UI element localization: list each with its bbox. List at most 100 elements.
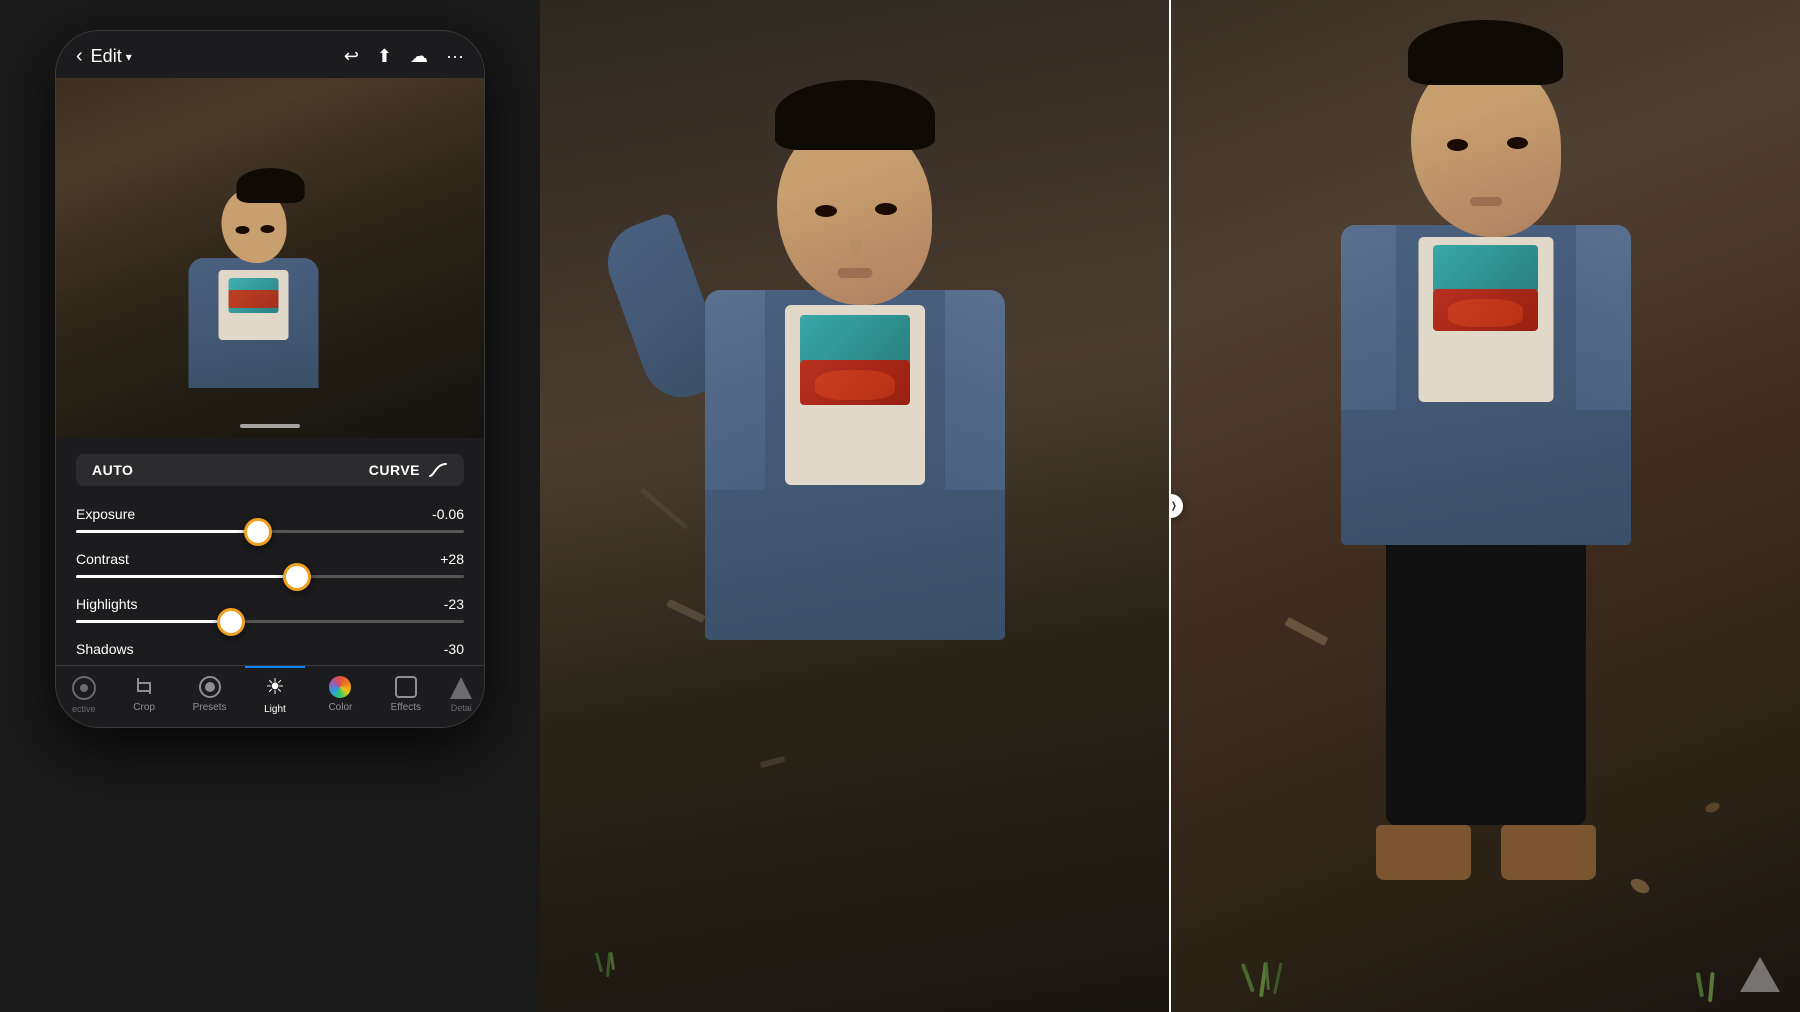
header-left: ‹ Edit ▾ <box>76 45 132 68</box>
after-hair <box>1408 20 1563 85</box>
effects-label: Effects <box>391 702 421 713</box>
boot-right <box>1501 825 1596 880</box>
after-person <box>1341 0 1631 885</box>
after-logo-animal <box>1448 299 1523 327</box>
contrast-fill <box>76 575 297 578</box>
shadows-value: -30 <box>444 641 464 657</box>
edit-title: Edit ▾ <box>91 46 132 67</box>
presets-inner <box>205 682 215 692</box>
contrast-value: +28 <box>440 551 464 567</box>
presets-icon <box>199 676 221 698</box>
before-jacket <box>705 290 1005 640</box>
phone-header: ‹ Edit ▾ ↩ ⬆ ☁ ··· <box>56 31 484 78</box>
contrast-track[interactable] <box>76 575 464 578</box>
selective-icon <box>72 676 96 700</box>
highlights-slider-row: Highlights -23 <box>76 596 464 623</box>
after-lips <box>1470 197 1502 206</box>
highlights-value: -23 <box>444 596 464 612</box>
highlights-fill <box>76 620 231 623</box>
right-panel <box>540 0 1800 1012</box>
before-logo-animal <box>815 370 895 400</box>
undo-icon[interactable]: ↩ <box>344 46 359 67</box>
before-lapel-r <box>945 290 1005 490</box>
eye-left <box>236 226 250 234</box>
crop-icon <box>133 676 155 698</box>
after-shirt <box>1418 237 1553 402</box>
highlights-thumb[interactable] <box>217 608 245 636</box>
selective-label: ective <box>72 704 96 714</box>
before-eye-r <box>875 203 897 215</box>
exposure-track[interactable] <box>76 530 464 533</box>
presets-label: Presets <box>193 702 227 713</box>
curve-label: CURVE <box>369 462 420 478</box>
auto-curve-bar: AUTO CURVE <box>76 454 464 486</box>
contrast-label: Contrast <box>76 551 129 567</box>
crop-label: Crop <box>133 702 155 713</box>
after-lapel-r <box>1576 225 1631 410</box>
shirt-logo-2 <box>229 290 279 308</box>
before-nose <box>849 240 861 258</box>
after-panel <box>1169 0 1800 1012</box>
back-button[interactable]: ‹ <box>76 45 83 68</box>
person-shirt <box>219 270 289 340</box>
nav-item-effects[interactable]: Effects <box>376 676 436 713</box>
nav-item-color[interactable]: Color <box>310 676 370 713</box>
before-lapel-l <box>705 290 765 490</box>
phone-frame: ‹ Edit ▾ ↩ ⬆ ☁ ··· <box>55 30 485 728</box>
highlights-label-row: Highlights -23 <box>76 596 464 612</box>
exposure-label-row: Exposure -0.06 <box>76 506 464 522</box>
detail-triangle <box>450 677 472 699</box>
nav-item-selective[interactable]: ective <box>59 676 109 714</box>
photo-person <box>222 168 319 388</box>
after-eye-r <box>1507 137 1528 149</box>
light-icon: ☀ <box>265 674 285 700</box>
edit-controls: AUTO CURVE Exposure -0.06 <box>56 438 484 665</box>
exposure-slider-row: Exposure -0.06 <box>76 506 464 533</box>
edit-chevron-icon: ▾ <box>126 50 132 64</box>
curve-icon <box>428 462 448 478</box>
share-icon[interactable]: ⬆ <box>377 46 392 67</box>
detail-label: Detai <box>451 703 472 713</box>
after-eye-l <box>1447 139 1468 151</box>
more-icon[interactable]: ··· <box>446 46 464 67</box>
detail-icon <box>450 677 472 699</box>
curve-button[interactable]: CURVE <box>369 462 448 478</box>
nav-item-light[interactable]: ☀ Light <box>245 674 305 715</box>
contrast-thumb[interactable] <box>283 563 311 591</box>
edit-label: Edit <box>91 46 122 67</box>
exposure-thumb[interactable] <box>244 518 272 546</box>
color-icon <box>329 676 351 698</box>
nav-item-presets[interactable]: Presets <box>180 676 240 713</box>
exposure-value: -0.06 <box>432 506 464 522</box>
shadows-row: Shadows -30 <box>76 641 464 657</box>
before-logo-teal <box>800 315 910 365</box>
eye-right <box>261 225 275 233</box>
auto-button[interactable]: AUTO <box>92 462 133 478</box>
after-pants <box>1386 545 1586 825</box>
before-shirt <box>785 305 925 485</box>
after-logo-teal <box>1433 245 1538 293</box>
before-person <box>705 80 1005 640</box>
cloud-icon[interactable]: ☁ <box>410 46 428 67</box>
nav-item-detail[interactable]: Detai <box>441 677 481 713</box>
bottom-nav: ective Crop <box>56 665 484 727</box>
highlights-track[interactable] <box>76 620 464 623</box>
boot-left <box>1376 825 1471 880</box>
after-jacket <box>1341 225 1631 545</box>
effects-icon <box>395 676 417 698</box>
person-jacket <box>189 258 319 388</box>
color-label: Color <box>328 702 352 713</box>
active-indicator <box>245 666 305 668</box>
before-lips <box>837 268 872 278</box>
photo-preview <box>56 78 484 438</box>
highlights-label: Highlights <box>76 596 137 612</box>
before-eye-l <box>815 205 837 217</box>
after-lapel-l <box>1341 225 1396 410</box>
left-panel: ‹ Edit ▾ ↩ ⬆ ☁ ··· <box>0 0 540 1012</box>
header-right: ↩ ⬆ ☁ ··· <box>344 46 464 67</box>
exposure-label: Exposure <box>76 506 135 522</box>
dark-triangle <box>1740 957 1780 992</box>
nav-item-crop[interactable]: Crop <box>114 676 174 713</box>
light-label: Light <box>264 704 286 715</box>
after-boots <box>1376 825 1596 885</box>
